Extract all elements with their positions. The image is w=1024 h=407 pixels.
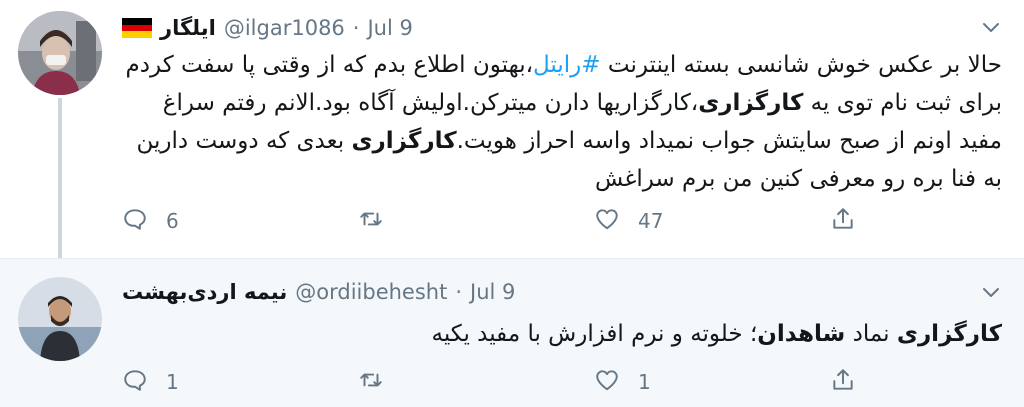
separator: · <box>455 280 463 304</box>
handle[interactable]: @ordiibehesht <box>295 280 447 304</box>
tweet-text: کارگزاری نماد شاهدان؛ خلوته و نرم افزارش… <box>122 315 1002 353</box>
hashtag-link[interactable]: #رایتل <box>533 52 601 78</box>
action-bar: 1 1 <box>122 367 862 397</box>
separator: · <box>352 16 360 40</box>
avatar[interactable] <box>18 277 102 361</box>
retweet-button[interactable] <box>358 206 402 236</box>
tweet-header: ایلگار @ilgar1086 · Jul 9 <box>122 11 956 45</box>
tweet-header: نیمه اردی‌بهشت @ordiibehesht · Jul 9 <box>122 275 956 309</box>
action-bar: 6 47 <box>122 206 862 236</box>
reply-icon <box>122 206 148 237</box>
like-count: 1 <box>638 370 651 394</box>
reply-count: 6 <box>166 209 179 233</box>
share-button[interactable] <box>830 206 856 236</box>
tweet[interactable]: ایلگار @ilgar1086 · Jul 9 حالا بر عکس خو… <box>0 0 1024 258</box>
bold-keyword: کارگزاری <box>698 90 804 116</box>
timestamp[interactable]: Jul 9 <box>470 280 515 304</box>
text-segment: حالا بر عکس خوش شانسی بسته اینترنت <box>600 52 1002 78</box>
like-icon <box>594 367 620 398</box>
like-button[interactable]: 1 <box>594 367 651 397</box>
tweet-text: حالا بر عکس خوش شانسی بسته اینترنت #رایت… <box>122 46 1002 198</box>
share-icon <box>830 367 856 398</box>
timestamp[interactable]: Jul 9 <box>367 16 412 40</box>
retweet-icon <box>358 367 384 398</box>
reply-count: 1 <box>166 370 179 394</box>
reply-button[interactable]: 1 <box>122 367 179 397</box>
display-name[interactable]: نیمه اردی‌بهشت <box>122 280 287 304</box>
retweet-button[interactable] <box>358 367 402 397</box>
chevron-down-icon[interactable] <box>980 281 1002 303</box>
like-count: 47 <box>638 209 664 233</box>
bold-keyword: کارگزاری <box>896 321 1002 347</box>
thread-line <box>58 98 62 258</box>
share-icon <box>830 206 856 237</box>
reply-button[interactable]: 6 <box>122 206 179 236</box>
like-button[interactable]: 47 <box>594 206 663 236</box>
handle[interactable]: @ilgar1086 <box>224 16 345 40</box>
bold-keyword: کارگزاری <box>351 128 457 154</box>
retweet-icon <box>358 206 384 237</box>
chevron-down-icon[interactable] <box>980 16 1002 38</box>
bold-keyword: شاهدان <box>757 321 846 347</box>
like-icon <box>594 206 620 237</box>
tweet[interactable]: نیمه اردی‌بهشت @ordiibehesht · Jul 9 کار… <box>0 258 1024 407</box>
display-name[interactable]: ایلگار <box>160 16 216 40</box>
germany-flag-icon <box>122 18 152 39</box>
text-segment: نماد <box>845 321 897 347</box>
avatar[interactable] <box>18 11 102 95</box>
share-button[interactable] <box>830 367 856 397</box>
reply-icon <box>122 367 148 398</box>
text-segment: ؛ خلوته و نرم افزارش با مفید یکیه <box>431 321 758 347</box>
